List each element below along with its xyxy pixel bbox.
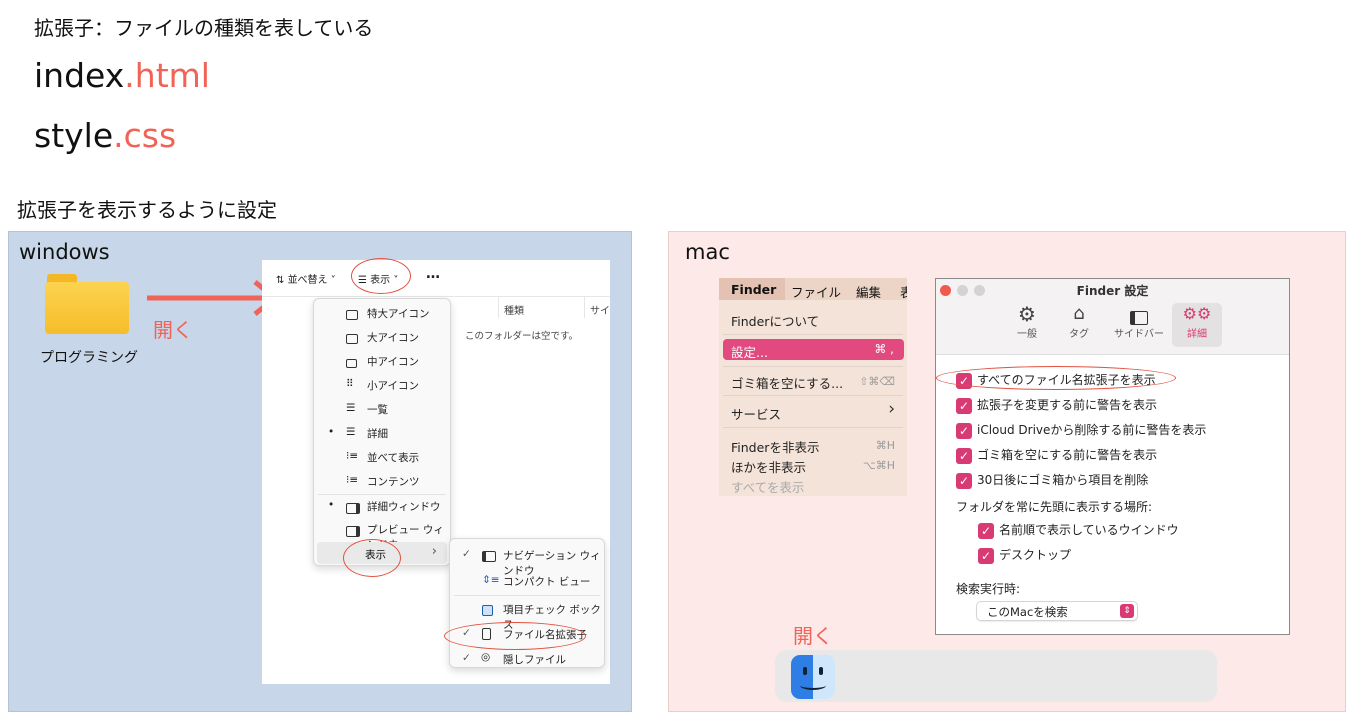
- checkbox-checked[interactable]: ✓: [978, 522, 994, 539]
- list-icon: ☰: [346, 402, 356, 414]
- checkbox-checked[interactable]: ✓: [956, 422, 972, 439]
- sidebar-icon: [1108, 303, 1170, 325]
- menu-settings[interactable]: 設定... ⌘ ,: [723, 339, 904, 360]
- finder-settings-window: Finder 設定 ⚙ 一般 ⌂ タグ サイドバー ⚙⚙ 詳細 ✓ すべてのファイ…: [935, 278, 1290, 635]
- file-example-html: index.html: [34, 56, 210, 95]
- search-scope-select[interactable]: このMacを検索 ⇕: [976, 601, 1138, 621]
- option-remove-after-30-days[interactable]: ✓ 30日後にゴミ箱から項目を削除: [956, 471, 1148, 489]
- details-icon: ☰: [346, 426, 356, 438]
- column-header-type[interactable]: 種類: [504, 302, 524, 317]
- tab-sidebar[interactable]: サイドバー: [1108, 303, 1170, 347]
- windows-title: windows: [19, 240, 110, 264]
- checkbox-checked[interactable]: ✓: [956, 447, 972, 464]
- tag-icon: ⌂: [1073, 303, 1085, 324]
- details-pane-icon: [346, 502, 360, 514]
- search-scope-label: 検索実行時:: [956, 582, 1021, 596]
- option-folders-in-windows[interactable]: ✓ 名前順で表示しているウインドウ: [978, 521, 1179, 539]
- gears-icon: ⚙⚙: [1182, 304, 1212, 323]
- view-menu: 特大アイコン 大アイコン 中アイコン ⠿ 小アイコン ☰ 一覧 • ☰ 詳細 ⁝≡ 並べて…: [313, 298, 451, 566]
- tiles-icon: ⁝≡: [346, 450, 359, 462]
- open-label: 開く: [153, 318, 193, 342]
- monitor-icon: [346, 333, 358, 345]
- eye-icon: ◎: [481, 651, 491, 663]
- explorer-window: ⇅ 並べ替え ˅ ☰ 表示 ˅ … 種類 サイ このフォルダーは空です。 特大ア…: [262, 258, 610, 684]
- option-warn-icloud-delete[interactable]: ✓ iCloud Driveから削除する前に警告を表示: [956, 421, 1206, 439]
- menu-hide-finder[interactable]: Finderを非表示: [731, 437, 819, 456]
- compact-icon: ⇕≡: [482, 574, 500, 586]
- column-divider: [498, 296, 499, 318]
- checkbox-checked[interactable]: ✓: [978, 547, 994, 564]
- highlight-oval: [351, 258, 411, 294]
- folder-label: プログラミング: [40, 350, 138, 366]
- shortcut-empty-trash: ⇧⌘⌫: [859, 375, 895, 388]
- menubar: Finder ファイル 編集 表: [719, 278, 907, 300]
- file-example-css: style.css: [34, 116, 176, 155]
- grid-icon: ⠿: [346, 378, 354, 390]
- folder-icon[interactable]: [45, 274, 129, 334]
- mac-panel: mac Finder ファイル 編集 表 Finderについて 設定... ⌘ …: [668, 231, 1346, 712]
- open-label: 開く: [793, 624, 833, 648]
- folders-on-top-label: フォルダを常に先頭に表示する場所:: [956, 500, 1153, 514]
- menu-empty-trash[interactable]: ゴミ箱を空にする...: [731, 373, 843, 392]
- settings-toolbar: Finder 設定 ⚙ 一般 ⌂ タグ サイドバー ⚙⚙ 詳細: [936, 279, 1289, 355]
- empty-text: このフォルダーは空です。: [465, 331, 579, 342]
- option-warn-empty-trash[interactable]: ✓ ゴミ箱を空にする前に警告を表示: [956, 446, 1157, 464]
- menubar-finder[interactable]: Finder: [731, 282, 776, 297]
- dock: [775, 650, 1217, 702]
- file-name: style: [34, 116, 114, 155]
- monitor-icon: [346, 357, 357, 369]
- menu-divider: [723, 334, 903, 335]
- preview-pane-icon: [346, 525, 360, 537]
- menubar-edit[interactable]: 編集: [856, 282, 881, 301]
- gear-icon: ⚙: [1018, 302, 1036, 326]
- checkbox-icon: [482, 604, 493, 616]
- windows-panel: windows プログラミング 開く ⇅ 並べ替え ˅ ☰ 表示 ˅ … 種類 …: [8, 231, 632, 712]
- finder-app-menu: Finder ファイル 編集 表 Finderについて 設定... ⌘ , ゴミ…: [719, 278, 907, 496]
- checkbox-checked[interactable]: ✓: [956, 397, 972, 414]
- menu-show-all: すべてを表示: [731, 480, 805, 495]
- sort-button[interactable]: ⇅ 並べ替え ˅: [276, 271, 336, 286]
- tab-general[interactable]: ⚙ 一般: [1004, 303, 1050, 347]
- menu-divider: [454, 595, 600, 596]
- tab-tags[interactable]: ⌂ タグ: [1056, 303, 1102, 347]
- monitor-icon: [346, 309, 358, 321]
- menu-hide-others[interactable]: ほかを非表示: [731, 457, 806, 476]
- select-arrows-icon: ⇕: [1120, 604, 1134, 618]
- sort-label: 並べ替え: [287, 275, 328, 286]
- sort-icon: ⇅: [276, 275, 288, 286]
- menu-divider: [723, 427, 903, 428]
- shortcut-hide-finder: ⌘H: [875, 439, 895, 452]
- settings-title: Finder 設定: [1076, 284, 1149, 298]
- file-extension: .css: [113, 116, 177, 155]
- highlight-oval: [343, 539, 401, 577]
- file-extension: .html: [124, 56, 210, 95]
- toolbar-divider: [262, 296, 610, 297]
- highlight-oval: [444, 622, 586, 650]
- option-warn-extension-change[interactable]: ✓ 拡張子を変更する前に警告を表示: [956, 396, 1157, 414]
- menubar-file[interactable]: ファイル: [791, 282, 841, 301]
- menu-divider: [318, 494, 446, 495]
- content-icon: ⁝≡: [346, 474, 359, 486]
- chevron-right-icon: ›: [431, 544, 437, 559]
- menu-about-finder[interactable]: Finderについて: [731, 311, 819, 330]
- menu-divider: [723, 395, 903, 396]
- shortcut-hide-others: ⌥⌘H: [863, 459, 895, 472]
- finder-icon[interactable]: [791, 655, 835, 699]
- option-folders-on-desktop[interactable]: ✓ デスクトップ: [978, 546, 1071, 564]
- nav-pane-icon: [482, 550, 496, 562]
- section-title: 拡張子を表示するように設定: [17, 198, 277, 222]
- tab-advanced[interactable]: ⚙⚙ 詳細: [1172, 303, 1222, 347]
- mac-title: mac: [685, 240, 730, 264]
- menu-services[interactable]: サービス: [731, 404, 781, 423]
- file-name: index: [34, 56, 125, 95]
- more-button[interactable]: …: [426, 266, 440, 282]
- checkbox-checked[interactable]: ✓: [956, 472, 972, 489]
- column-divider: [584, 296, 585, 318]
- highlight-oval: [936, 366, 1176, 390]
- column-header-size[interactable]: サイ: [590, 302, 610, 317]
- heading: 拡張子：ファイルの種類を表している: [34, 16, 374, 40]
- menu-divider: [723, 366, 903, 367]
- menubar-view[interactable]: 表: [900, 282, 907, 301]
- chevron-right-icon: ›: [888, 399, 895, 419]
